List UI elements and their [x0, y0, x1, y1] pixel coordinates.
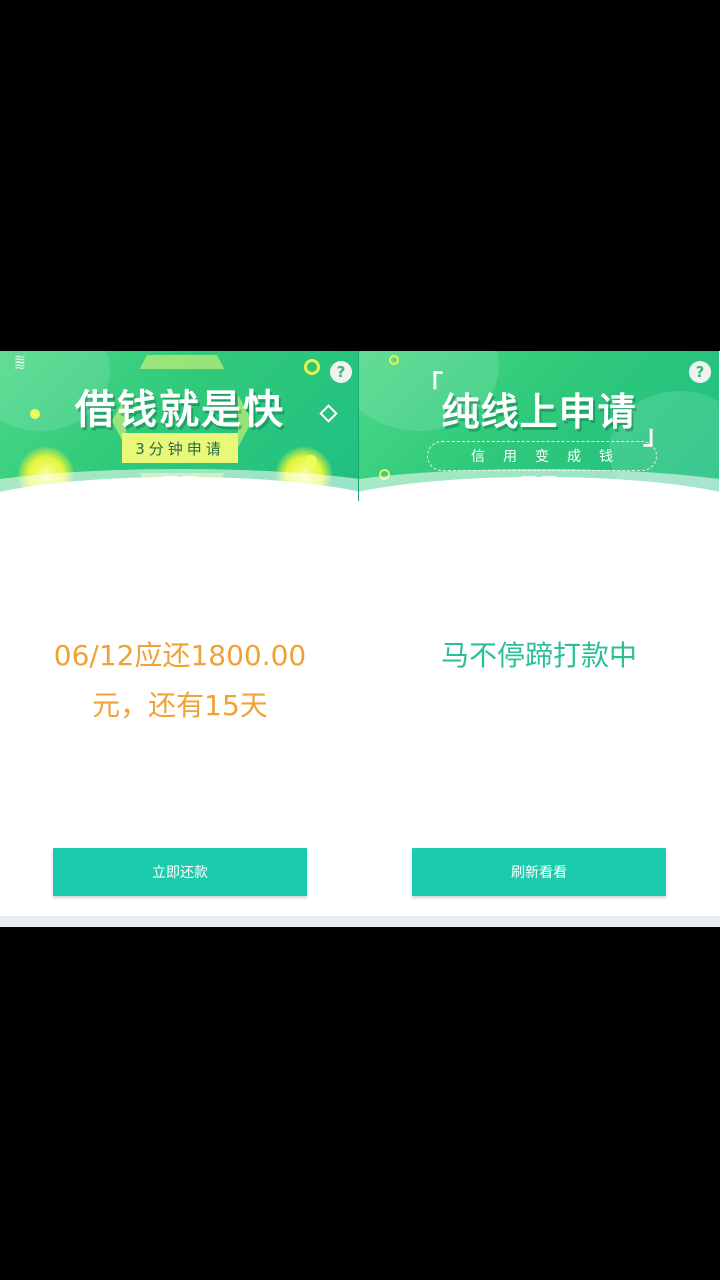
banner-subtitle: 3分钟申请 [122, 433, 238, 463]
banner-headline: 借钱就是快 [75, 387, 285, 433]
refresh-button[interactable]: 刷新看看 [412, 848, 666, 896]
payout-status-text: 马不停蹄打款中 [440, 639, 637, 672]
banner-pager [359, 476, 719, 478]
promo-banner[interactable]: ≋ ≋ 借钱就是快 3分钟申请 ? [0, 351, 360, 501]
ring-decor [304, 359, 320, 375]
banner-pager [0, 476, 360, 478]
comparison-screenshot: ≋ ≋ 借钱就是快 3分钟申请 ? 06/12应还1800.00 元，还有15天 … [0, 351, 720, 927]
banner-headline: 纯线上申请 [441, 390, 637, 434]
dot-decor [305, 455, 317, 467]
repayment-days-text: 元，还有15天 [92, 689, 268, 722]
right-screen: 「 」 纯线上申请 信用变成钱 ? 马不停蹄打款中 刷新看看 [359, 351, 719, 927]
repayment-amount-text: 06/12应还1800.00 [53, 639, 307, 672]
wave-lines-icon: ≋ ≋ [14, 352, 26, 374]
bottom-bar [0, 916, 720, 927]
repay-now-button[interactable]: 立即还款 [53, 848, 307, 896]
promo-banner[interactable]: 「 」 纯线上申请 信用变成钱 ? [359, 351, 719, 501]
repayment-notice: 06/12应还1800.00 元，还有15天 [0, 631, 360, 731]
ring-decor [389, 355, 399, 365]
left-screen: ≋ ≋ 借钱就是快 3分钟申请 ? 06/12应还1800.00 元，还有15天 … [0, 351, 360, 927]
banner-subtitle: 信用变成钱 [427, 441, 657, 471]
help-icon[interactable]: ? [330, 361, 352, 383]
help-icon[interactable]: ? [689, 361, 711, 383]
